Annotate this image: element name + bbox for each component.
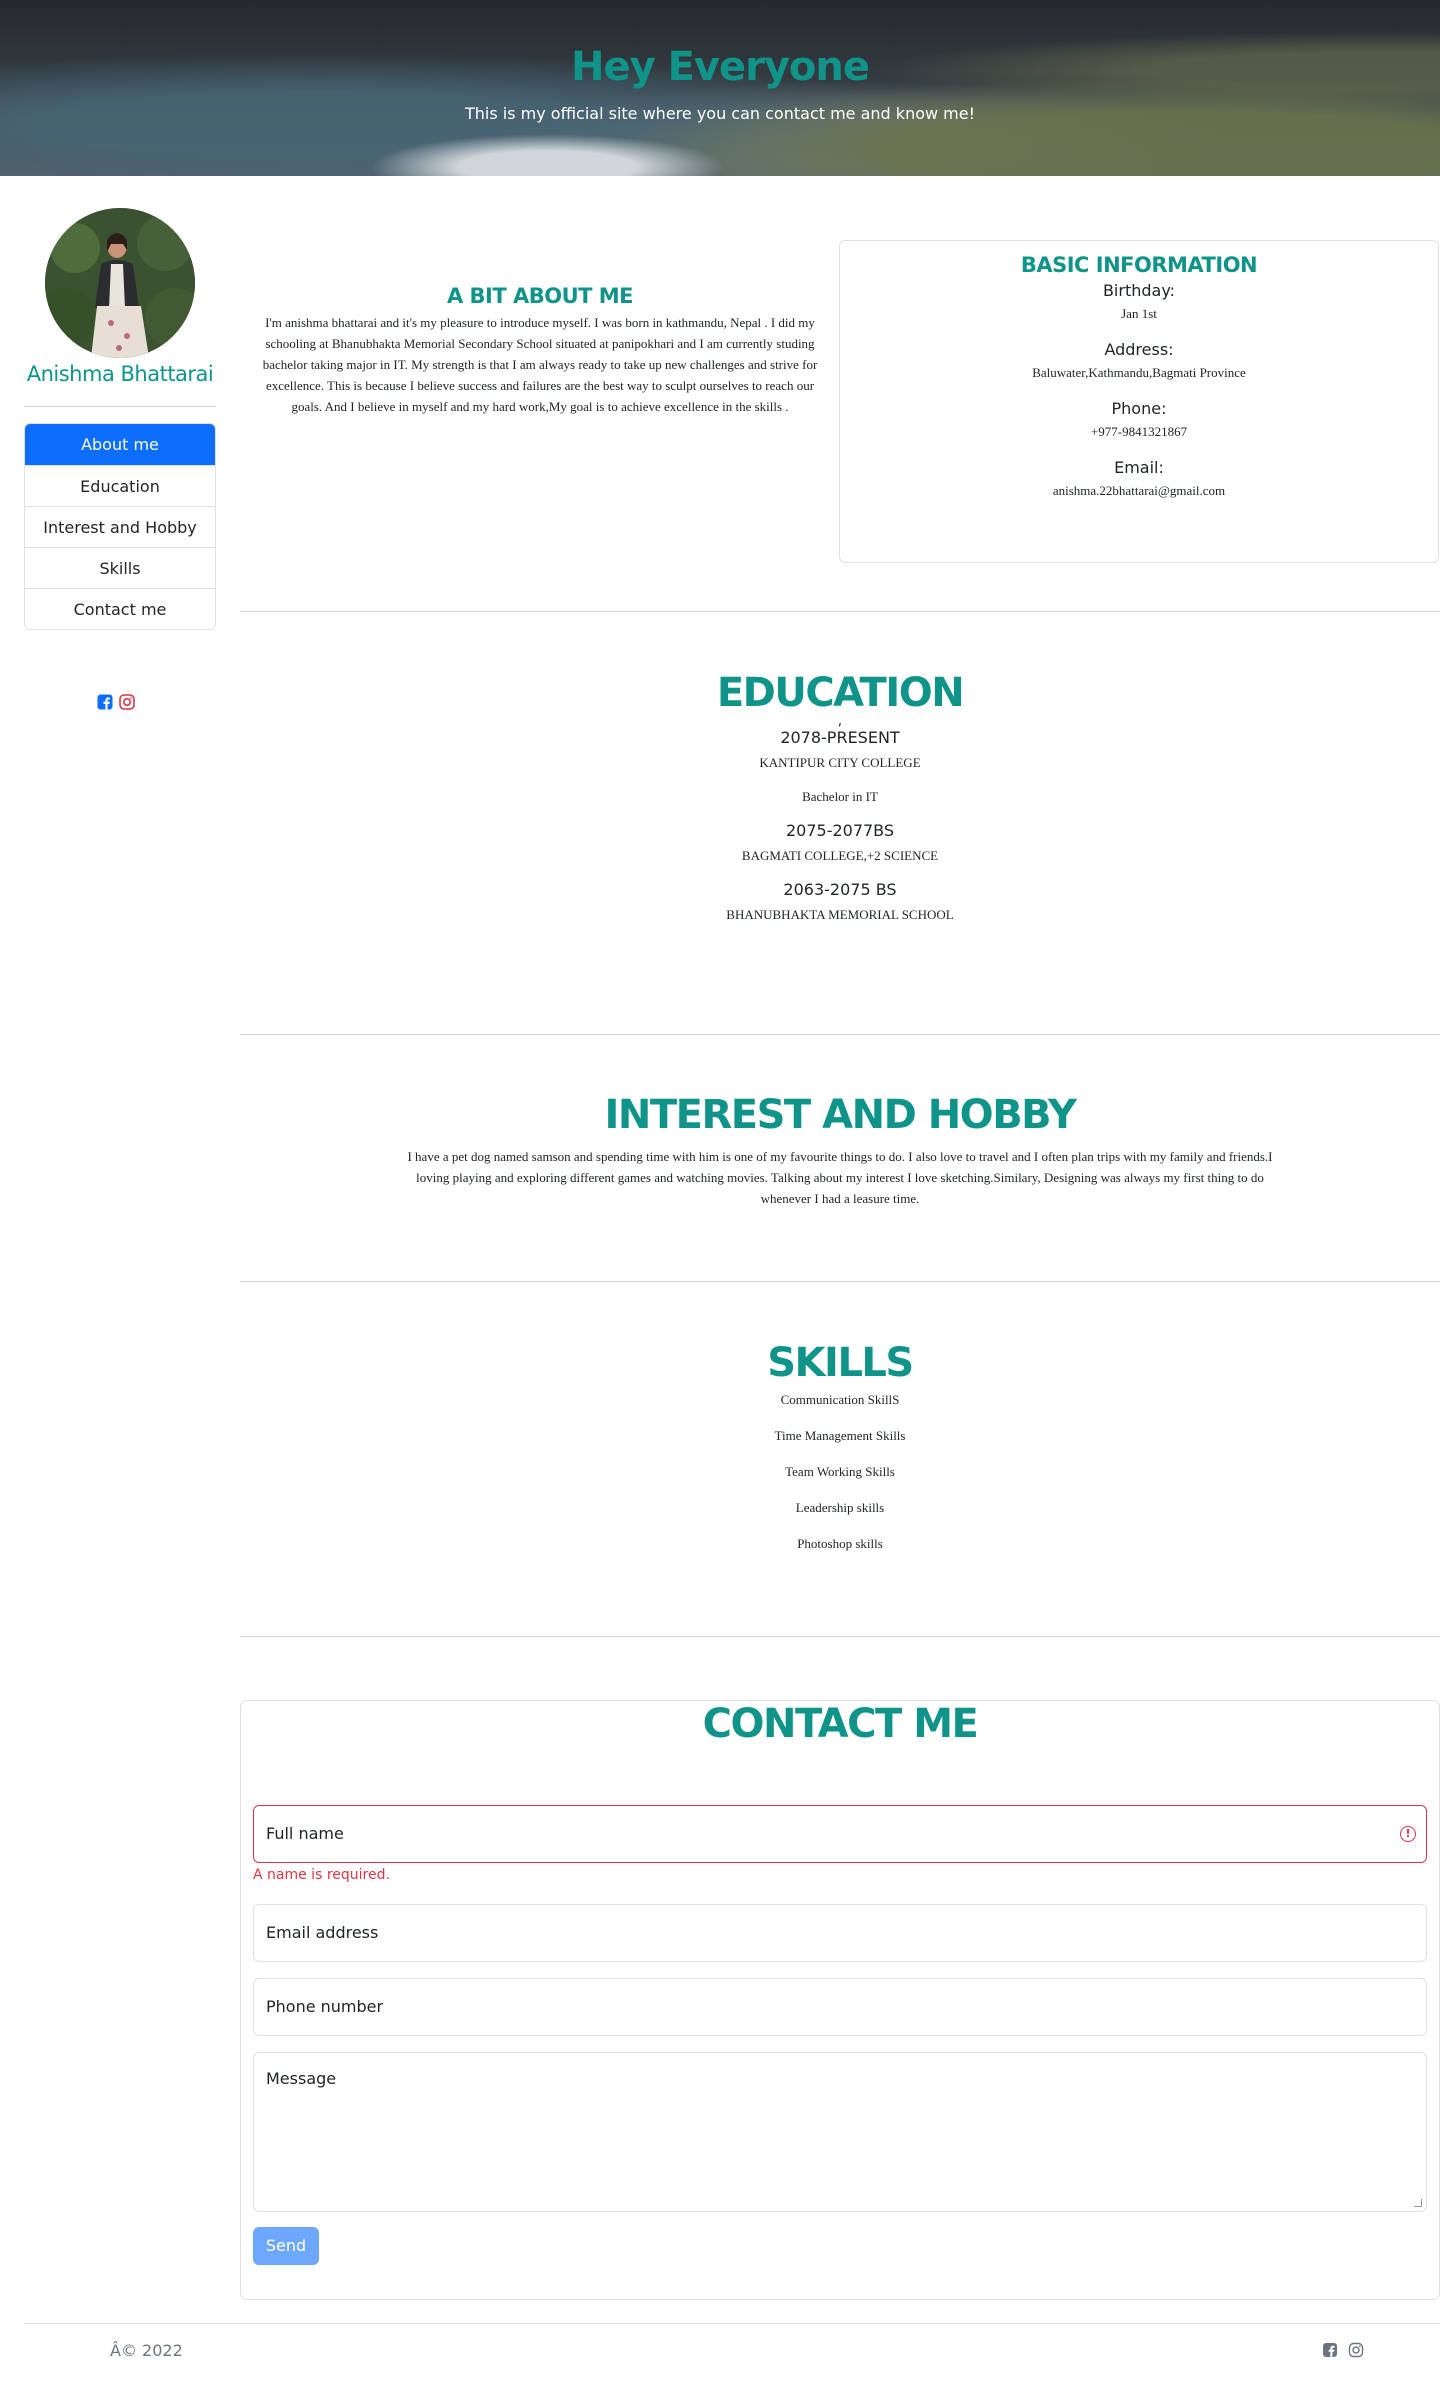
education-school: BHANUBHAKTA MEMORIAL SCHOOL [726,907,954,922]
nav-item-interest-and-hobby[interactable]: Interest and Hobby [25,506,215,547]
about-section: A BIT ABOUT ME I'm anishma bhattarai and… [260,284,820,417]
skills-section: SKILLS Communication SkillS Time Managem… [240,1340,1440,1552]
footer-copyright: Â© 2022 [110,2341,183,2360]
nav-item-about-me[interactable]: About me [25,424,215,465]
footer-social-links [1322,2342,1364,2358]
about-text: I'm anishma bhattarai and it's my pleasu… [262,315,818,414]
facebook-icon[interactable] [1322,2342,1338,2358]
address-value: Baluwater,Kathmandu,Bagmati Province [1032,365,1246,380]
full-name-input[interactable]: Full name ! [253,1805,1427,1863]
phone-value: +977-9841321867 [1090,424,1188,439]
skill-item: Team Working Skills [785,1464,895,1479]
email-label: Email: [1114,458,1164,477]
divider [240,1034,1440,1035]
nav-item-contact-me[interactable]: Contact me [25,588,215,629]
birthday-label: Birthday: [1102,281,1176,300]
profile-name: Anishma Bhattarai [26,362,214,386]
education-degree: Bachelor in IT [802,789,878,804]
instagram-icon[interactable] [119,694,135,710]
education-year: 2075-2077BS [785,821,895,840]
interest-section: INTEREST AND HOBBY I have a pet dog name… [240,1092,1440,1209]
message-textarea[interactable]: Message [253,2052,1427,2212]
hero-banner: Hey Everyone This is my official site wh… [0,0,1440,176]
education-title: EDUCATION [716,670,965,716]
education-school: BAGMATI COLLEGE,+2 SCIENCE [741,848,939,863]
nav-item-education[interactable]: Education [25,465,215,506]
education-section: EDUCATION , 2078-PRESENT KANTIPUR CITY C… [240,670,1440,923]
sidebar-nav: About me Education Interest and Hobby Sk… [24,423,216,630]
divider [240,1281,1440,1282]
send-button[interactable]: Send [253,2227,319,2265]
hero-title: Hey Everyone [570,44,870,90]
basic-info-card: BASIC INFORMATION Birthday: Jan 1st Addr… [839,240,1439,563]
education-year: 2078-PRESENT [780,728,900,747]
name-error-message: A name is required. [253,1867,390,1883]
education-year: 2063-2075 BS [783,880,897,899]
interest-title: INTEREST AND HOBBY [604,1092,1077,1138]
nav-item-skills[interactable]: Skills [25,547,215,588]
divider [240,611,1440,612]
address-label: Address: [1104,340,1174,359]
skill-item: Communication SkillS [780,1392,900,1407]
phone-label: Phone: [1111,399,1167,418]
skills-title: SKILLS [767,1340,914,1386]
skill-item: Photoshop skills [797,1536,883,1551]
resize-handle[interactable] [1414,2199,1422,2207]
avatar [45,208,195,358]
about-title: A BIT ABOUT ME [446,284,634,308]
contact-title: CONTACT ME [702,1701,979,1747]
facebook-icon[interactable] [97,694,113,710]
message-placeholder: Message [266,2069,337,2088]
email-value: anishma.22bhattarai@gmail.com [1052,483,1226,498]
full-name-placeholder: Full name [266,1824,344,1843]
contact-form-card: CONTACT ME Full name ! A name is require… [240,1700,1440,2300]
skill-item: Leadership skills [795,1500,885,1515]
education-school: KANTIPUR CITY COLLEGE [759,755,921,770]
education-separator: , [837,714,843,729]
error-icon: ! [1400,1826,1416,1842]
birthday-value: Jan 1st [1121,306,1157,321]
hero-subtitle: This is my official site where you can c… [464,104,976,123]
email-placeholder: Email address [266,1923,379,1942]
email-input[interactable]: Email address [253,1904,1427,1962]
footer-divider [24,2323,1440,2324]
phone-input[interactable]: Phone number [253,1978,1427,2036]
basic-info-title: BASIC INFORMATION [1020,253,1258,277]
divider [240,1636,1440,1637]
sidebar-social-links [97,694,135,710]
instagram-icon[interactable] [1348,2342,1364,2358]
phone-placeholder: Phone number [266,1997,384,2016]
skill-item: Time Management Skills [774,1428,906,1443]
interest-text: I have a pet dog named samson and spendi… [407,1149,1273,1206]
divider [24,406,216,407]
